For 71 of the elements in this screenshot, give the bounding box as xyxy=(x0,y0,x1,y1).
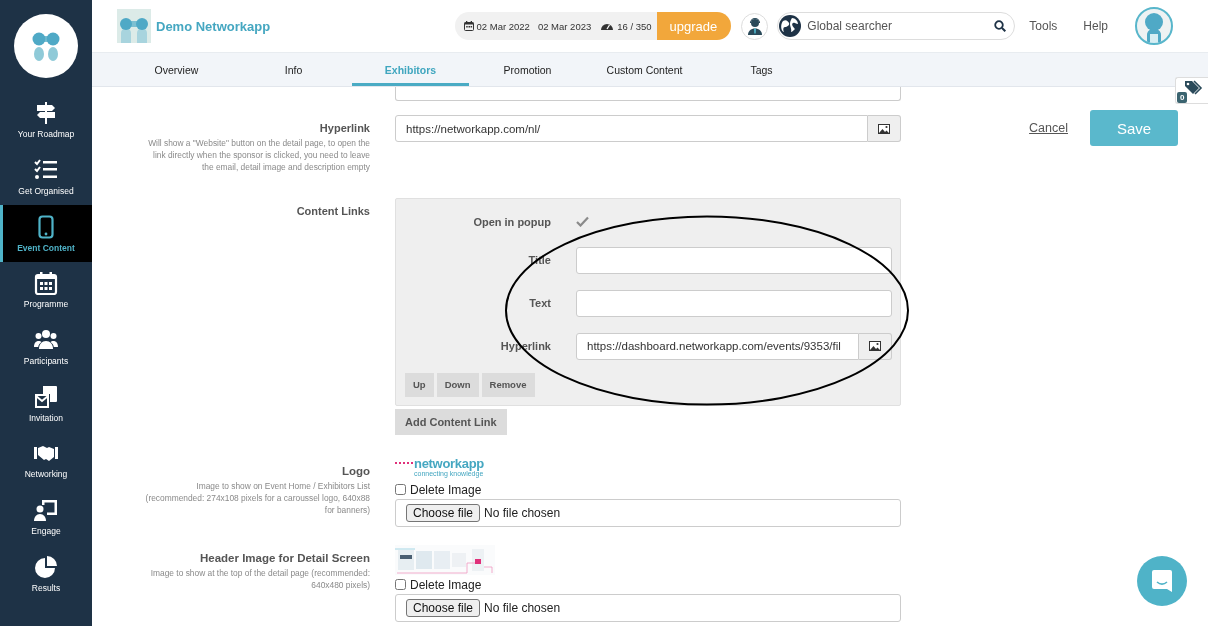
search-icon xyxy=(994,20,1007,32)
choose-file-button[interactable]: Choose file xyxy=(406,503,481,522)
panel-button[interactable]: Up xyxy=(405,372,434,397)
image-icon xyxy=(878,123,890,134)
tab[interactable]: Info xyxy=(235,53,352,86)
image-picker-button[interactable] xyxy=(868,115,901,142)
start-date: 02 Mar 2022 xyxy=(476,20,530,32)
tab[interactable]: Promotion xyxy=(469,53,586,86)
search-field[interactable]: Global searcher xyxy=(777,12,1016,40)
text-field[interactable] xyxy=(395,87,901,101)
field-label: Logo xyxy=(340,464,370,477)
sidebar-item[interactable]: Programme xyxy=(0,262,92,319)
dots-icon xyxy=(395,462,413,465)
sidebar-item[interactable]: Participants xyxy=(0,318,92,376)
url-field[interactable]: https://networkapp.com/nl/ xyxy=(395,115,868,142)
choose-file-button[interactable]: Choose file xyxy=(406,598,481,617)
panel-button[interactable]: Remove xyxy=(481,372,535,397)
help-text: Will show a "Website" button on the detail page, to open the link directly when the sponsor is clicked, you need to leave the email, detail image and description empty xyxy=(147,137,370,174)
usage-count: 16 / 350 xyxy=(617,20,652,32)
url-field[interactable]: https://dashboard.networkapp.com/events/9353/fil xyxy=(576,332,859,360)
sidebar-item[interactable]: Your Roadmap xyxy=(0,92,92,149)
logo-wordmark: networkapp xyxy=(414,456,484,470)
app-title: Demo Networkapp xyxy=(156,18,271,34)
image-picker-button[interactable] xyxy=(859,332,892,360)
sidebar-item[interactable]: Event Content xyxy=(0,205,92,263)
help-text: Image to show on Event Home / Exhibitors List (recommended: 274x108 pixels for a caroussel logo, 640x88 for banners) xyxy=(144,479,370,517)
panel-button[interactable]: Down xyxy=(436,372,479,397)
checkbox-label: Delete Image xyxy=(410,482,482,497)
text-field[interactable] xyxy=(576,289,892,317)
tab[interactable]: Custom Content xyxy=(586,53,703,86)
file-status: No file chosen xyxy=(484,505,561,520)
sidebar-item[interactable]: Results xyxy=(0,545,92,603)
globe-icon xyxy=(778,14,803,38)
chat-icon xyxy=(1151,569,1173,593)
field-label: Header Image for Detail Screen xyxy=(199,551,370,564)
tag-icon xyxy=(1184,80,1204,96)
checkmark-icon[interactable] xyxy=(576,216,589,228)
add-content-link-button[interactable]: Add Content Link xyxy=(395,408,507,435)
text-field[interactable] xyxy=(576,246,892,274)
tags-toggle[interactable]: 0 xyxy=(1175,77,1208,104)
sidebar-item[interactable]: Get Organised xyxy=(0,148,92,206)
image-icon xyxy=(869,341,881,352)
cancel-link[interactable]: Cancel xyxy=(1029,121,1068,135)
chat-button[interactable] xyxy=(1137,556,1187,606)
field-label: Hyperlink xyxy=(318,122,370,134)
checkbox[interactable] xyxy=(395,579,406,591)
calendar-icon xyxy=(463,21,474,31)
sidebar-item[interactable]: Networking xyxy=(0,432,92,489)
field-label: Open in popup xyxy=(472,215,551,228)
calendar-icon xyxy=(34,271,58,296)
presenter-icon xyxy=(34,498,58,523)
tab[interactable]: Tags xyxy=(703,53,820,86)
menu-link[interactable]: Help xyxy=(1083,19,1108,33)
help-text: Image to show at the top of the detail page (recommended: 640x480 pixels) xyxy=(149,566,370,591)
checkbox-label: Delete Image xyxy=(410,577,482,592)
signpost-icon xyxy=(34,101,58,126)
event-logo-icon xyxy=(117,9,151,43)
checkbox[interactable] xyxy=(395,484,406,496)
envelope-icon xyxy=(34,384,58,409)
end-date: 02 Mar 2023 xyxy=(537,20,592,32)
tab[interactable]: Overview xyxy=(118,53,235,86)
field-label: Text xyxy=(528,297,551,310)
field-label: Content Links xyxy=(295,204,370,217)
pie-chart-icon xyxy=(34,554,58,579)
file-status: No file chosen xyxy=(484,600,561,615)
avatar-icon[interactable] xyxy=(1135,7,1173,45)
sidebar-item[interactable]: Engage xyxy=(0,488,92,546)
count-badge: 0 xyxy=(1177,92,1188,103)
gauge-icon xyxy=(601,21,614,31)
menu-link[interactable]: Tools xyxy=(1029,19,1058,33)
sidebar-item[interactable]: Invitation xyxy=(0,375,92,433)
